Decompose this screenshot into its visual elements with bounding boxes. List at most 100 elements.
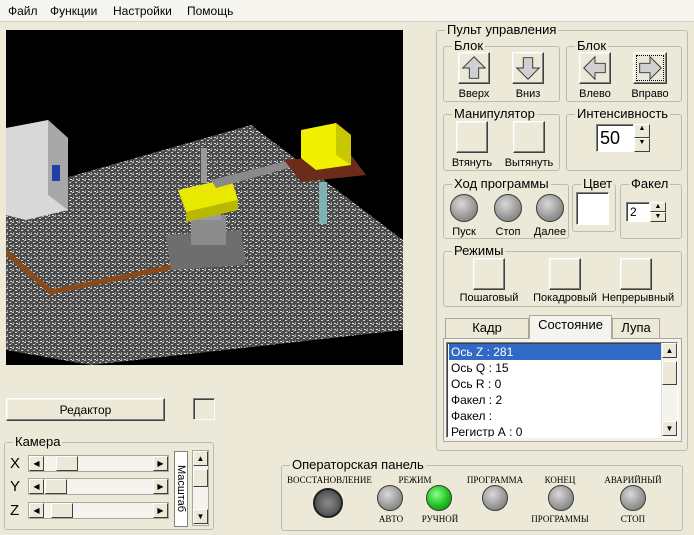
up-button[interactable] xyxy=(458,52,490,84)
restore-label: ВОССТАНОВЛЕНИЕ xyxy=(287,475,372,485)
camera-z-thumb[interactable] xyxy=(51,503,73,518)
3d-viewport[interactable] xyxy=(6,30,403,365)
arrow-left-icon xyxy=(583,55,606,81)
down-label: Вниз xyxy=(515,88,541,100)
chevron-right-icon[interactable]: ▶ xyxy=(153,503,168,518)
stop-label: Стоп xyxy=(495,226,521,238)
chevron-left-icon[interactable]: ◀ xyxy=(29,479,44,494)
next-label: Далее xyxy=(533,226,567,238)
emergency-stop-button[interactable] xyxy=(620,485,646,511)
block-vertical-title: Блок xyxy=(452,38,486,53)
chevron-right-icon[interactable]: ▶ xyxy=(153,456,168,471)
program-label: ПРОГРАММА xyxy=(466,475,524,485)
tab-frame[interactable]: Кадр xyxy=(445,318,529,338)
end-program-button[interactable] xyxy=(548,485,574,511)
menu-bar: Файл Функции Настройки Помощь xyxy=(0,0,694,22)
stop-button[interactable] xyxy=(494,194,522,222)
camera-y-slider[interactable]: ◀ ▶ xyxy=(28,478,169,495)
torch-title: Факел xyxy=(629,176,671,191)
torch-down-spinner[interactable]: ▼ xyxy=(650,212,666,222)
step-mode-label: Пошаговый xyxy=(459,292,519,304)
left-button[interactable] xyxy=(579,52,611,84)
menu-help[interactable]: Помощь xyxy=(187,4,233,18)
operator-panel-title: Операторская панель xyxy=(290,457,426,472)
camera-x-thumb[interactable] xyxy=(56,456,78,471)
list-item[interactable]: Факел : 2 xyxy=(449,392,661,408)
down-button[interactable] xyxy=(512,52,544,84)
manipulator-title: Манипулятор xyxy=(452,106,537,121)
scale-label-box: Масштаб xyxy=(174,451,188,527)
list-item[interactable]: Ось Q : 15 xyxy=(449,360,661,376)
frame-mode-button[interactable] xyxy=(549,258,581,290)
torch-up-spinner[interactable]: ▲ xyxy=(650,202,666,212)
robot-scene xyxy=(6,120,403,365)
list-item[interactable]: Факел : xyxy=(449,408,661,424)
modes-title: Режимы xyxy=(452,243,506,258)
tab-state[interactable]: Состояние xyxy=(529,315,612,339)
continuous-mode-button[interactable] xyxy=(620,258,652,290)
scale-thumb[interactable] xyxy=(193,469,208,487)
chevron-right-icon[interactable]: ▶ xyxy=(153,479,168,494)
editor-button-label: Редактор xyxy=(59,403,112,417)
pull-in-button[interactable] xyxy=(456,121,488,153)
chevron-down-icon[interactable]: ▼ xyxy=(193,509,208,524)
start-button[interactable] xyxy=(450,194,478,222)
editor-button[interactable]: Редактор xyxy=(6,398,165,421)
chevron-left-icon[interactable]: ◀ xyxy=(29,503,44,518)
status-list-scrollbar[interactable]: ▲ ▼ xyxy=(661,343,677,437)
camera-x-label: X xyxy=(10,455,21,472)
block-horizontal-title: Блок xyxy=(575,38,609,53)
camera-z-slider[interactable]: ◀ ▶ xyxy=(28,502,169,519)
stop-op-label: СТОП xyxy=(620,514,646,524)
program-flow-title: Ход программы xyxy=(452,176,551,191)
status-list-thumb[interactable] xyxy=(662,361,677,385)
arrow-down-icon xyxy=(515,57,541,80)
right-label: Вправо xyxy=(631,88,669,100)
push-out-button[interactable] xyxy=(513,121,545,153)
intensity-value: 50 xyxy=(600,128,621,148)
intensity-up-spinner[interactable]: ▲ xyxy=(634,124,650,138)
list-item[interactable]: Ось Z : 281 xyxy=(449,344,661,360)
camera-y-label: Y xyxy=(10,478,21,495)
tab-magnifier[interactable]: Лупа xyxy=(612,318,660,338)
chevron-up-icon[interactable]: ▲ xyxy=(193,451,208,466)
pull-in-label: Втянуть xyxy=(451,157,493,169)
camera-y-thumb[interactable] xyxy=(45,479,67,494)
intensity-down-spinner[interactable]: ▼ xyxy=(634,138,650,152)
emergency-label: АВАРИЙНЫЙ xyxy=(604,475,662,485)
torch-input[interactable]: 2 xyxy=(626,202,650,222)
menu-settings[interactable]: Настройки xyxy=(113,4,172,18)
chevron-up-icon[interactable]: ▲ xyxy=(662,343,677,358)
camera-z-label: Z xyxy=(10,502,20,519)
chevron-down-icon[interactable]: ▼ xyxy=(662,421,677,436)
next-button[interactable] xyxy=(536,194,564,222)
restore-button[interactable] xyxy=(313,488,343,518)
continuous-mode-label: Непрерывный xyxy=(601,292,675,304)
list-item[interactable]: Ось R : 0 xyxy=(449,376,661,392)
camera-x-slider[interactable]: ◀ ▶ xyxy=(28,455,169,472)
status-list[interactable]: Ось Z : 281 Ось Q : 15 Ось R : 0 Факел :… xyxy=(446,342,678,438)
frame-mode-label: Покадровый xyxy=(533,292,597,304)
chevron-left-icon[interactable]: ◀ xyxy=(29,456,44,471)
color-indicator-box xyxy=(193,398,215,420)
manual-label: РУЧНОЙ xyxy=(421,514,459,524)
auto-mode-button[interactable] xyxy=(377,485,403,511)
mode-label: РЕЖИМ xyxy=(398,475,432,485)
start-label: Пуск xyxy=(452,226,476,238)
step-mode-button[interactable] xyxy=(473,258,505,290)
left-label: Влево xyxy=(579,88,611,100)
color-swatch[interactable] xyxy=(576,192,609,225)
list-item[interactable]: Регистр А : 0 xyxy=(449,424,661,437)
program-button[interactable] xyxy=(482,485,508,511)
menu-functions[interactable]: Функции xyxy=(50,4,97,18)
end-program-label: ПРОГРАММЫ xyxy=(531,514,589,524)
end-label: КОНЕЦ xyxy=(544,475,576,485)
intensity-input[interactable]: 50 xyxy=(596,124,634,152)
control-panel-title: Пульт управления xyxy=(445,22,559,37)
auto-label: АВТО xyxy=(378,514,404,524)
scale-label: Масштаб xyxy=(175,465,187,513)
scale-scrollbar[interactable]: ▲ ▼ xyxy=(192,450,209,526)
menu-file[interactable]: Файл xyxy=(8,4,38,18)
manual-mode-button[interactable] xyxy=(426,485,452,511)
right-button[interactable] xyxy=(633,52,667,84)
